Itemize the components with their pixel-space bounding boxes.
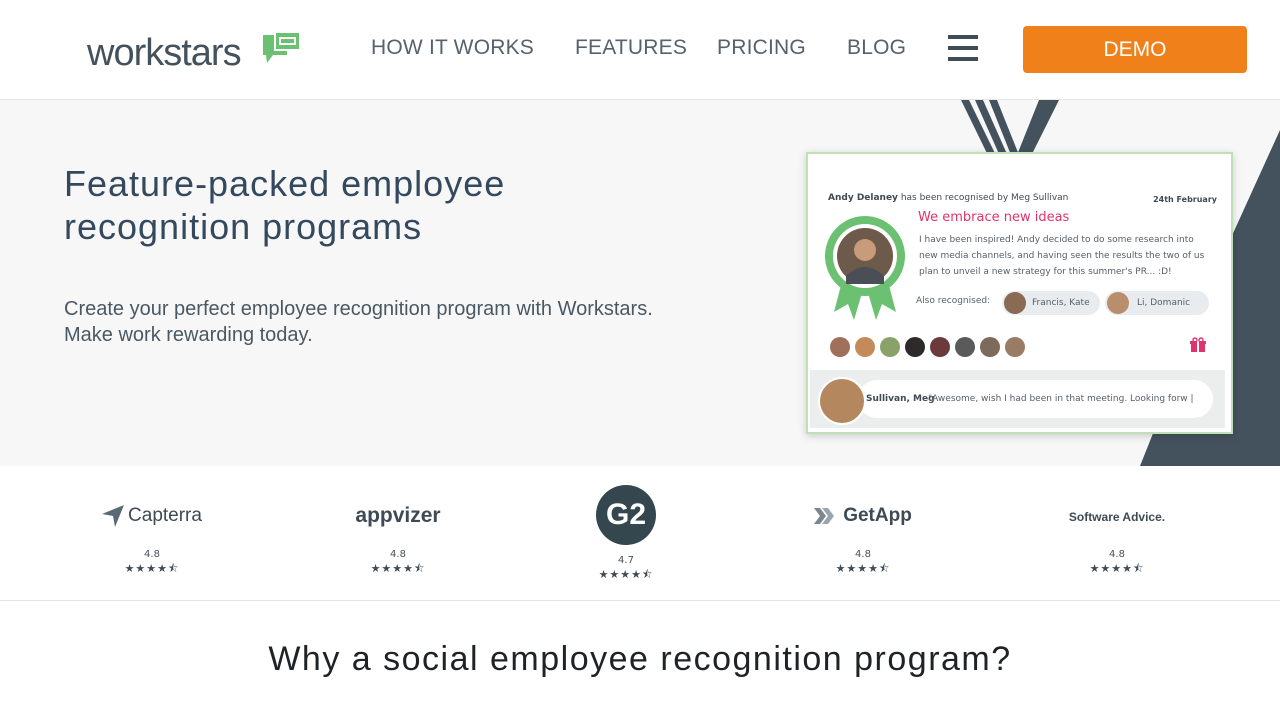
workstars-logo[interactable]: workstars: [87, 32, 301, 74]
also-recognised-label: Also recognised:: [916, 296, 991, 306]
card-recipient: Andy Delaney: [828, 193, 898, 203]
rating-getapp[interactable]: GetApp 4.8 ★★★★⯪: [803, 501, 923, 579]
gift-icon[interactable]: [1190, 337, 1206, 353]
nav-blog[interactable]: BLOG: [847, 36, 906, 60]
comment-text: "Awesome, wish I had been in that meetin…: [928, 394, 1194, 404]
avatar[interactable]: [955, 337, 975, 357]
nav-pricing[interactable]: PRICING: [717, 36, 806, 60]
avatar[interactable]: [880, 337, 900, 357]
card-headline: We embrace new ideas: [918, 210, 1070, 225]
ratings-bar: Capterra 4.8 ★★★★⯪ appvizer 4.8 ★★★★⯪ G2…: [0, 467, 1280, 601]
recognised-name: Li, Domanic: [1137, 298, 1191, 308]
rating-appvizer[interactable]: appvizer 4.8 ★★★★⯪: [338, 501, 458, 579]
brand-name: appvizer: [355, 504, 441, 527]
recognised-name: Francis, Kate: [1032, 298, 1090, 308]
award-badge-icon: [825, 216, 905, 320]
demo-button[interactable]: DEMO: [1023, 26, 1247, 73]
nav-how-it-works[interactable]: HOW IT WORKS: [371, 36, 534, 60]
hero-section: Feature-packed employee recognition prog…: [0, 100, 1280, 466]
card-from: Andy Delaney has been recognised by Meg …: [828, 193, 1068, 203]
avatar: [818, 377, 866, 425]
rating-score: 4.8: [1109, 549, 1125, 560]
capterra-icon: [102, 505, 125, 527]
rating-score: 4.7: [618, 555, 634, 566]
brand-name: G2: [605, 498, 647, 531]
logo-text: workstars: [87, 32, 242, 74]
chat-bubble-icon: [263, 32, 301, 63]
rating-stars: ★★★★⯪: [124, 562, 180, 575]
rating-stars: ★★★★⯪: [598, 568, 654, 581]
avatar: [1004, 292, 1026, 314]
avatar[interactable]: [930, 337, 950, 357]
section-title: Why a social employee recognition progra…: [268, 640, 1012, 678]
avatar[interactable]: [855, 337, 875, 357]
rating-stars: ★★★★⯪: [835, 562, 891, 575]
brand-name: Capterra: [128, 505, 202, 526]
hero-title: Feature-packed employee recognition prog…: [64, 163, 506, 247]
recognition-card: Andy Delaney has been recognised by Meg …: [806, 152, 1233, 434]
site-header: workstars HOW IT WORKS FEATURES PRICING …: [0, 0, 1280, 100]
nav-features[interactable]: FEATURES: [575, 36, 687, 60]
comment-author: Sullivan, Meg: [866, 394, 935, 404]
liker-avatars: [830, 337, 1025, 357]
getapp-icon: [814, 508, 835, 524]
rating-score: 4.8: [390, 549, 406, 560]
card-body: I have been inspired! Andy decided to do…: [919, 235, 1205, 277]
avatar[interactable]: [1005, 337, 1025, 357]
avatar: [1107, 292, 1129, 314]
card-date: 24th February: [1153, 195, 1217, 204]
rating-score: 4.8: [855, 549, 871, 560]
avatar[interactable]: [980, 337, 1000, 357]
brand-name: GetApp: [843, 505, 912, 526]
recognised-pill[interactable]: Francis, Kate: [1002, 291, 1100, 315]
g2-logo: G2: [596, 485, 656, 545]
brand-name: Software Advice.: [1068, 510, 1166, 524]
hero-subtitle: Create your perfect employee recognition…: [64, 298, 653, 346]
rating-software-advice[interactable]: Software Advice. 4.8 ★★★★⯪: [1052, 501, 1182, 579]
avatar[interactable]: [830, 337, 850, 357]
rating-stars: ★★★★⯪: [1089, 562, 1145, 575]
rating-g2[interactable]: G2 4.7 ★★★★⯪: [566, 485, 686, 585]
hamburger-menu-icon[interactable]: [948, 33, 978, 63]
rating-score: 4.8: [144, 549, 160, 560]
rating-capterra[interactable]: Capterra 4.8 ★★★★⯪: [92, 501, 212, 579]
avatar[interactable]: [905, 337, 925, 357]
recognised-pill[interactable]: Li, Domanic: [1105, 291, 1209, 315]
rating-stars: ★★★★⯪: [370, 562, 426, 575]
card-from-text: has been recognised by Meg Sullivan: [900, 193, 1069, 203]
